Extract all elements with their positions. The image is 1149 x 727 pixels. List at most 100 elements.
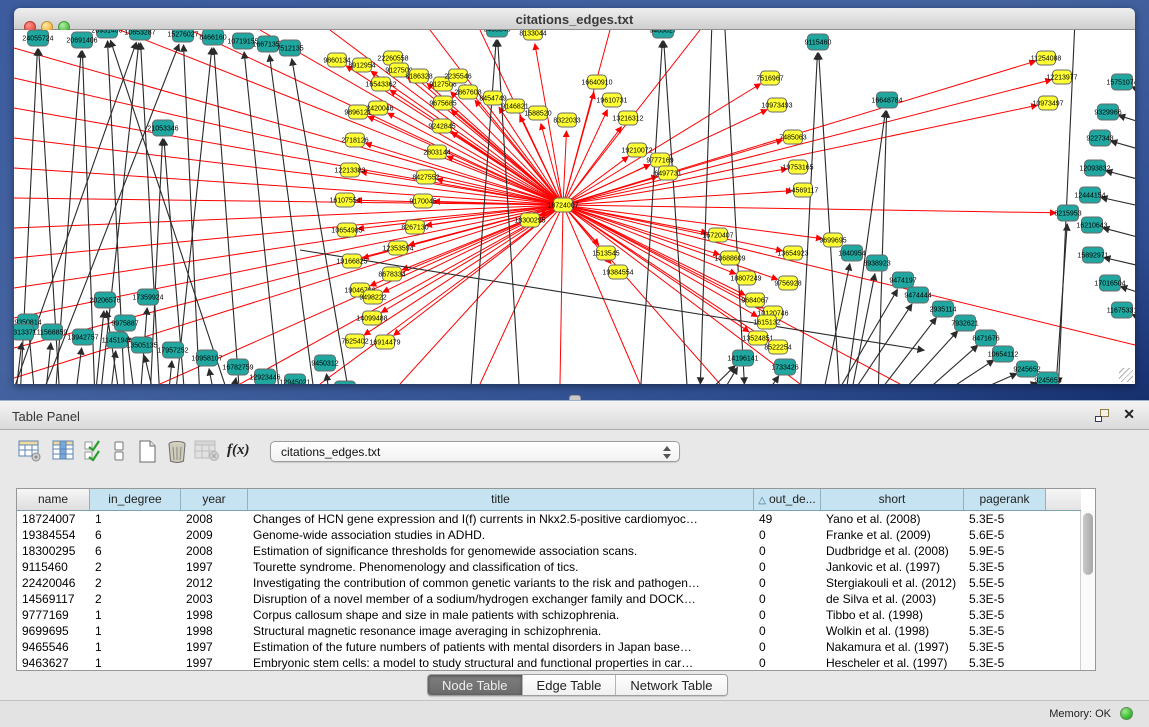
graph-edge[interactable] xyxy=(1111,141,1135,152)
graph-node-yellow[interactable]: 16914479 xyxy=(369,335,400,349)
graph-edge[interactable] xyxy=(563,127,621,205)
graph-node-teal[interactable]: 9450312 xyxy=(311,355,338,371)
graph-node-teal[interactable]: 1733426 xyxy=(771,359,798,375)
graph-node-yellow[interactable]: 13654923 xyxy=(777,246,808,260)
graph-node-teal[interactable]: 12093832 xyxy=(1079,160,1110,176)
network-canvas[interactable]: 1872400798601348912954222605589127509165… xyxy=(14,30,1135,384)
tab-network-table[interactable]: Network Table xyxy=(616,675,726,695)
graph-edge[interactable] xyxy=(1118,115,1135,125)
graph-node-yellow[interactable]: 19210072 xyxy=(621,143,652,157)
table-row[interactable]: 1456911722003Disruption of a novel membe… xyxy=(17,591,1080,607)
graph-node-teal[interactable]: 8215953 xyxy=(1054,205,1081,221)
graph-node-yellow[interactable]: 8678334 xyxy=(378,267,405,281)
rows-icon[interactable] xyxy=(113,440,125,462)
memory-ok-icon[interactable] xyxy=(1120,707,1133,720)
graph-edge[interactable] xyxy=(718,367,737,384)
graph-edge[interactable] xyxy=(14,205,563,228)
graph-edge[interactable] xyxy=(563,205,720,255)
graph-node-yellow[interactable]: 19384554 xyxy=(602,265,633,279)
graph-node-yellow[interactable]: 14569117 xyxy=(788,183,819,197)
graph-edge[interactable] xyxy=(978,383,1037,384)
graph-node-yellow[interactable]: 2718126 xyxy=(341,133,368,147)
graph-edge[interactable] xyxy=(563,205,800,384)
graph-edge[interactable] xyxy=(1120,286,1135,296)
graph-node-teal[interactable]: 20206576 xyxy=(89,292,120,308)
graph-edge[interactable] xyxy=(895,331,958,384)
graph-node-yellow[interactable]: 16107554 xyxy=(329,193,360,207)
graph-node-teal[interactable]: 16210643 xyxy=(1076,217,1107,233)
column-header-out_de[interactable]: △out_de... xyxy=(754,489,821,511)
graph-edge[interactable] xyxy=(916,345,978,384)
graph-node-teal[interactable]: 8471676 xyxy=(972,330,999,346)
graph-node-yellow[interactable]: 8522254 xyxy=(764,340,791,354)
new-document-icon[interactable] xyxy=(138,440,158,463)
table-row[interactable]: 969969511998Structural magnetic resonanc… xyxy=(17,623,1080,639)
graph-node-yellow[interactable]: 1513545 xyxy=(592,246,619,260)
graph-edge[interactable] xyxy=(1103,228,1135,240)
graph-node-yellow[interactable]: 12353594 xyxy=(382,241,413,255)
graph-node-yellow[interactable]: 16640910 xyxy=(581,75,612,89)
close-panel-icon[interactable]: ✕ xyxy=(1123,406,1135,423)
table-selector-dropdown[interactable]: citations_edges.txt xyxy=(270,441,680,462)
network-graph[interactable]: 1872400798601348912954222605589127509165… xyxy=(14,30,1135,384)
graph-node-yellow[interactable]: 9756928 xyxy=(774,276,801,290)
graph-edge[interactable] xyxy=(232,378,236,384)
graph-edge[interactable] xyxy=(725,30,744,384)
graph-edge[interactable] xyxy=(14,205,563,378)
graph-node-yellow[interactable]: 2235546 xyxy=(444,69,471,83)
graph-node-yellow[interactable]: 10688609 xyxy=(714,251,745,265)
graph-edge[interactable] xyxy=(326,374,330,384)
graph-edge[interactable] xyxy=(563,205,822,239)
graph-edge[interactable] xyxy=(800,53,817,384)
graph-node-teal[interactable]: 8466160 xyxy=(199,30,226,45)
graph-edge[interactable] xyxy=(184,45,200,384)
float-panel-icon[interactable] xyxy=(1095,409,1109,422)
splitter-handle[interactable] xyxy=(569,395,581,400)
table-row[interactable]: 946554611997Estimation of the future num… xyxy=(17,639,1080,655)
graph-node-teal[interactable]: 9474197 xyxy=(889,272,916,288)
graph-node-teal[interactable]: 15751074 xyxy=(1106,74,1135,90)
graph-edge[interactable] xyxy=(361,172,563,205)
graph-node-yellow[interactable]: 16543362 xyxy=(365,77,396,91)
graph-node-teal[interactable]: 9474444 xyxy=(904,287,931,303)
tab-edge-table[interactable]: Edge Table xyxy=(523,675,617,695)
graph-node-yellow[interactable]: 8912954 xyxy=(348,58,375,72)
graph-node-yellow[interactable]: 9684067 xyxy=(741,293,768,307)
graph-node-teal[interactable]: 11568859 xyxy=(37,324,68,340)
graph-node-teal[interactable]: 1630417 xyxy=(331,381,358,384)
column-header-pagerank[interactable]: pagerank xyxy=(964,489,1046,511)
graph-node-teal[interactable]: 9245652 xyxy=(1013,361,1040,377)
graph-node-teal[interactable]: 7512135 xyxy=(276,40,303,56)
graph-node-yellow[interactable]: 9675685 xyxy=(429,96,456,110)
function-builder-icon[interactable]: f(x) xyxy=(227,442,250,459)
tab-node-table[interactable]: Node Table xyxy=(428,675,523,695)
graph-node-teal[interactable]: 10653287 xyxy=(124,30,155,40)
graph-node-yellow[interactable]: 8322033 xyxy=(553,113,580,127)
graph-node-teal[interactable]: 9465546 xyxy=(483,30,510,37)
column-header-in_degree[interactable]: in_degree xyxy=(90,489,181,511)
graph-edge[interactable] xyxy=(292,59,350,384)
graph-edge[interactable] xyxy=(14,48,563,205)
graph-edge[interactable] xyxy=(933,360,994,384)
resize-grip[interactable] xyxy=(1119,368,1133,382)
column-header-name[interactable]: name xyxy=(17,489,90,511)
table-row[interactable]: 977716911998Corpus callosum shape and si… xyxy=(17,607,1080,623)
table-settings-icon[interactable] xyxy=(18,440,42,462)
graph-node-teal[interactable]: 10654112 xyxy=(988,346,1019,362)
graph-node-yellow[interactable]: 10973497 xyxy=(1032,96,1063,110)
graph-edge[interactable] xyxy=(1055,224,1067,384)
delete-trash-icon[interactable] xyxy=(166,440,188,463)
table-column-icon[interactable] xyxy=(52,440,76,462)
column-header-year[interactable]: year xyxy=(181,489,248,511)
graph-edge[interactable] xyxy=(365,143,563,205)
graph-edge[interactable] xyxy=(560,205,563,384)
graph-node-yellow[interactable]: 2803144 xyxy=(423,145,450,159)
graph-edge[interactable] xyxy=(822,264,850,384)
graph-node-yellow[interactable]: 7516967 xyxy=(756,71,783,85)
graph-node-yellow[interactable]: 19610731 xyxy=(596,93,627,107)
graph-node-teal[interactable]: 9227343 xyxy=(1086,130,1113,146)
graph-edge[interactable] xyxy=(29,333,35,384)
graph-node-teal[interactable]: 9975887 xyxy=(111,315,138,331)
graph-edge[interactable] xyxy=(762,376,779,384)
graph-node-teal[interactable]: 9245653 xyxy=(1034,372,1061,384)
